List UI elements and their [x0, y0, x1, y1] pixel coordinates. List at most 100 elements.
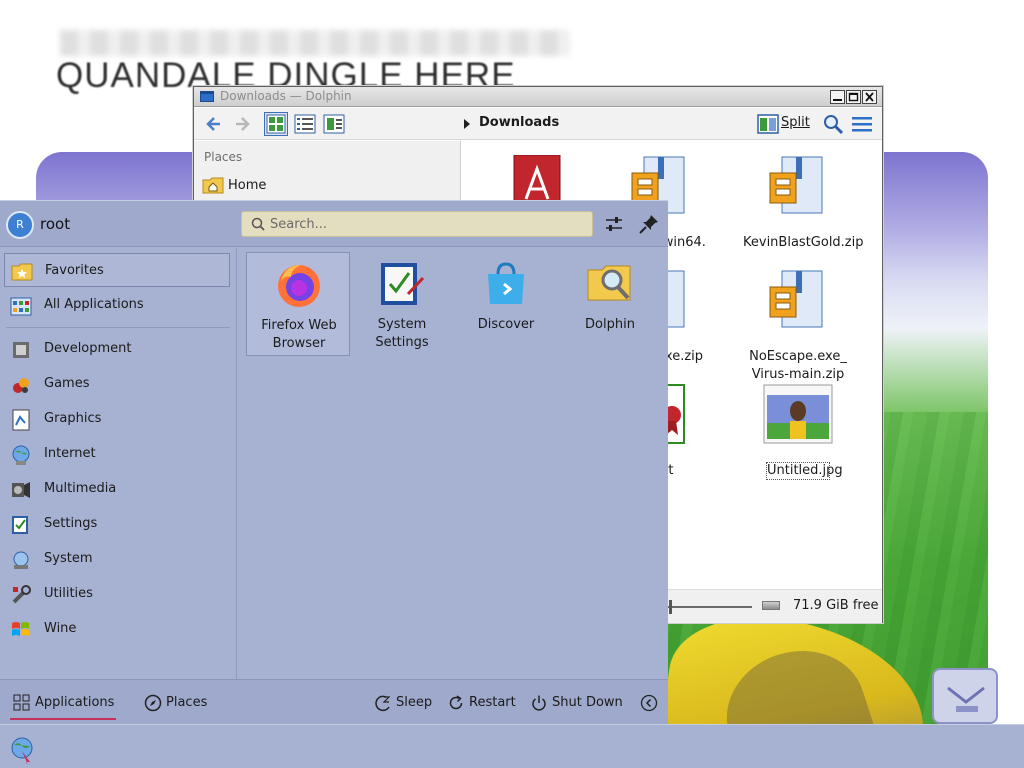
graphics-icon	[12, 409, 30, 431]
image-thumbnail	[763, 384, 833, 444]
internet-icon	[12, 445, 30, 465]
places-item-home[interactable]: Home	[202, 175, 442, 197]
split-label: Split	[781, 115, 810, 130]
category-internet[interactable]: Internet	[4, 437, 230, 471]
window-titlebar[interactable]: Downloads — Dolphin	[194, 87, 882, 107]
app-discover[interactable]: Discover	[454, 252, 558, 356]
app-label: System Settings	[375, 317, 429, 350]
restart-button[interactable]: Restart	[447, 692, 521, 714]
file-name: NoEscape.exe_ Virus-main.zip	[749, 349, 847, 382]
search-icon[interactable]	[821, 112, 845, 136]
shutdown-label: Shut Down	[552, 695, 623, 710]
category-all-applications[interactable]: All Applications	[4, 288, 230, 322]
applications-grid-icon	[13, 694, 30, 711]
compass-icon	[144, 694, 162, 712]
taskbar	[0, 724, 1024, 768]
chevron-left-icon	[640, 694, 658, 712]
split-button[interactable]: Split	[757, 112, 811, 136]
favorites-grid: Firefox Web Browser System Settings Disc…	[238, 248, 668, 679]
power-icon	[532, 695, 546, 711]
discover-icon	[488, 262, 524, 304]
home-folder-icon	[202, 177, 224, 194]
configure-icon[interactable]	[603, 213, 625, 235]
dolphin-window-icon	[200, 91, 214, 102]
system-settings-icon	[381, 263, 425, 305]
sleep-label: Sleep	[396, 695, 433, 710]
app-dolphin[interactable]: Dolphin	[558, 252, 662, 356]
avatar[interactable]: R	[6, 211, 34, 239]
category-system[interactable]: System	[4, 542, 230, 576]
tab-applications[interactable]: Applications	[13, 692, 117, 714]
application-launcher: R root Favorites All Applications Develo…	[0, 200, 668, 725]
category-label: Multimedia	[44, 481, 117, 496]
wine-icon	[12, 622, 29, 636]
disk-icon	[762, 601, 780, 610]
details-view-icon[interactable]	[293, 112, 317, 136]
category-label: Utilities	[44, 586, 93, 601]
maximize-button[interactable]	[846, 90, 861, 104]
category-development[interactable]: Development	[4, 332, 230, 366]
forward-arrow-icon[interactable]	[230, 112, 254, 136]
zip-icon	[769, 156, 823, 214]
search-box[interactable]	[241, 211, 593, 237]
category-graphics[interactable]: Graphics	[4, 402, 230, 436]
wallpaper-blur-strip	[60, 30, 570, 56]
settings-icon	[12, 516, 28, 534]
app-label: Firefox Web Browser	[261, 318, 337, 351]
sleep-button[interactable]: Sleep	[374, 692, 436, 714]
category-label: System	[44, 551, 93, 566]
firefox-icon	[278, 265, 320, 307]
launcher-globe-icon	[11, 737, 33, 765]
category-favorites[interactable]: Favorites	[4, 253, 230, 287]
dolphin-toolbar: Downloads Split	[194, 108, 882, 140]
minimize-button[interactable]	[830, 90, 845, 104]
development-icon	[13, 342, 29, 358]
category-label: Development	[44, 341, 132, 356]
search-input[interactable]	[270, 215, 585, 233]
launcher-footer: Applications Places Sleep Restart Shut D…	[0, 679, 668, 725]
all-apps-icon	[10, 297, 32, 316]
tab-applications-label: Applications	[35, 695, 115, 710]
close-button[interactable]	[862, 90, 877, 104]
icons-view-icon[interactable]	[264, 112, 288, 136]
zoom-slider-handle[interactable]	[669, 600, 672, 614]
games-icon	[13, 378, 29, 393]
breadcrumb-arrow-icon[interactable]	[464, 119, 470, 129]
desktop-mail-icon[interactable]	[932, 668, 998, 724]
shutdown-button[interactable]: Shut Down	[530, 692, 626, 714]
zoom-slider[interactable]	[667, 606, 752, 608]
hamburger-menu-icon[interactable]	[850, 112, 874, 136]
window-title: Downloads — Dolphin	[220, 89, 352, 103]
favorites-folder-icon	[11, 263, 33, 281]
category-utilities[interactable]: Utilities	[4, 577, 230, 611]
user-name: root	[40, 215, 71, 233]
places-heading: Places	[204, 150, 243, 164]
dolphin-icon	[587, 265, 631, 301]
app-firefox[interactable]: Firefox Web Browser	[246, 252, 350, 356]
system-icon	[13, 551, 29, 569]
category-list: Favorites All Applications Development G…	[0, 248, 237, 679]
category-multimedia[interactable]: Multimedia	[4, 472, 230, 506]
category-divider	[6, 327, 230, 328]
category-settings[interactable]: Settings	[4, 507, 230, 541]
back-arrow-icon[interactable]	[202, 112, 226, 136]
compact-view-icon[interactable]	[322, 112, 346, 136]
category-wine[interactable]: Wine	[4, 612, 230, 646]
app-label: Discover	[477, 317, 535, 332]
places-item-label: Home	[228, 178, 267, 193]
utilities-icon	[12, 585, 31, 604]
restart-icon	[449, 695, 463, 710]
application-launcher-button[interactable]	[8, 735, 38, 765]
category-label: Settings	[44, 516, 98, 531]
category-label: Favorites	[45, 263, 104, 278]
breadcrumb-downloads[interactable]: Downloads	[479, 115, 559, 130]
category-games[interactable]: Games	[4, 367, 230, 401]
tab-places[interactable]: Places	[144, 692, 214, 714]
restart-label: Restart	[469, 695, 516, 710]
sleep-icon	[375, 695, 391, 712]
category-label: Games	[44, 376, 90, 391]
pin-icon[interactable]	[638, 213, 660, 235]
app-system-settings[interactable]: System Settings	[350, 252, 454, 356]
search-icon	[251, 217, 265, 231]
leave-more-button[interactable]	[640, 692, 658, 714]
